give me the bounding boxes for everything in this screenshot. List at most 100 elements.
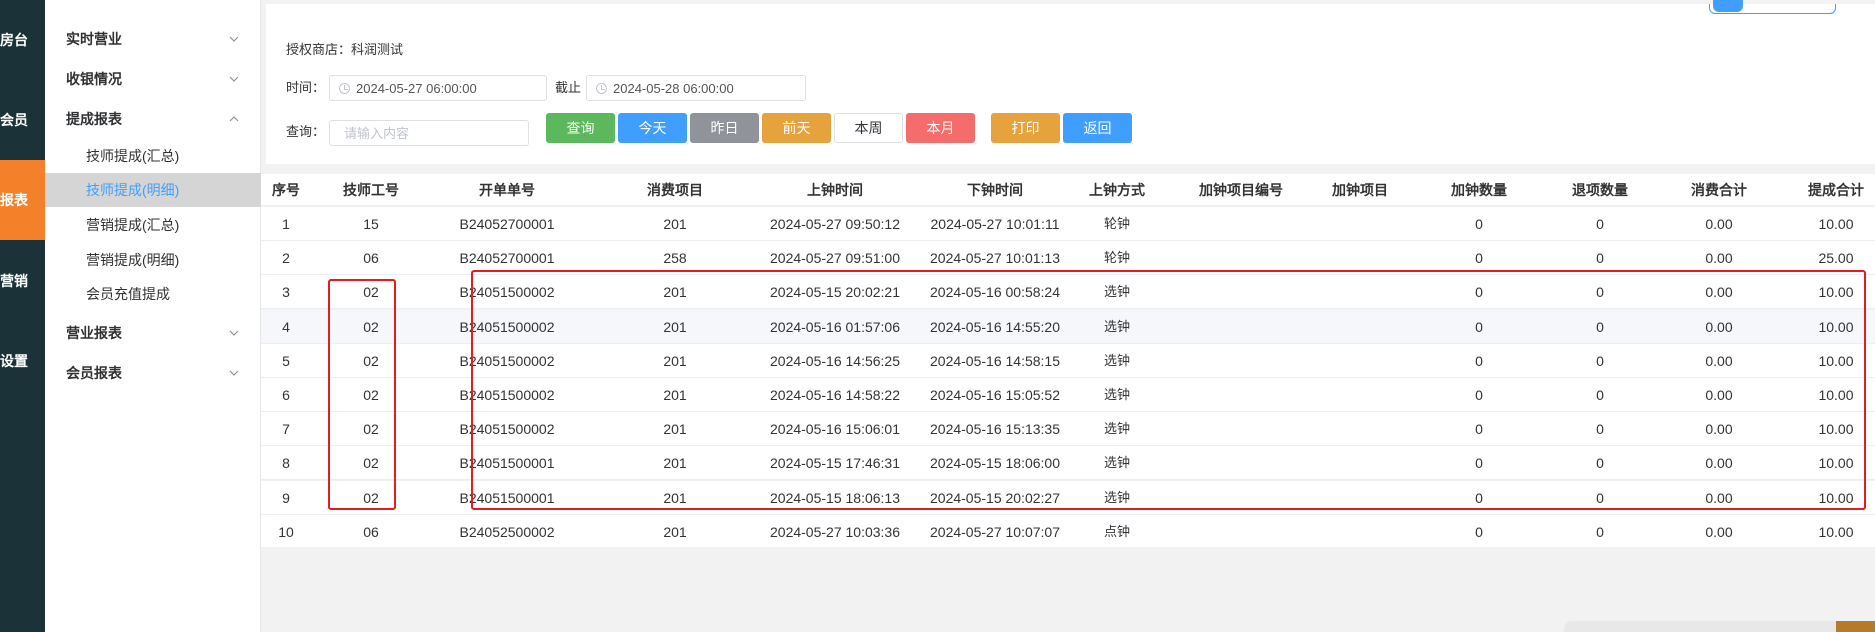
print-button[interactable]: 打印 bbox=[991, 113, 1060, 143]
menu-item-label: 技师提成(明细) bbox=[86, 182, 180, 198]
table-cell: 6 bbox=[282, 387, 290, 403]
menu-item-tech-commission-detail[interactable]: 技师提成(明细) bbox=[45, 173, 261, 207]
rail-item-members[interactable]: 会员 bbox=[0, 80, 45, 160]
table-cell: 0 bbox=[1475, 421, 1483, 438]
table-cell: 2024-05-15 18:06:00 bbox=[930, 455, 1060, 472]
start-time-picker[interactable]: 2024-05-27 06:00:00 bbox=[329, 75, 547, 101]
table-cell bbox=[1171, 481, 1311, 515]
table-cell: 轮钟 bbox=[1103, 250, 1130, 266]
table-cell: 2024-05-27 09:50:12 bbox=[770, 216, 900, 232]
table-cell: 2024-05-15 18:06:13 bbox=[770, 489, 900, 506]
table-cell: 选钟 bbox=[1103, 352, 1130, 368]
column-header: 加钟项目编号 bbox=[1199, 182, 1283, 198]
table-cell bbox=[1171, 378, 1311, 412]
table-cell: 0.00 bbox=[1705, 284, 1733, 301]
table-cell: 02 bbox=[363, 352, 379, 369]
table-cell: 2024-05-27 09:51:00 bbox=[770, 250, 900, 267]
search-input[interactable] bbox=[329, 120, 529, 146]
table-cell bbox=[1171, 310, 1311, 344]
menu-group-realtime[interactable]: 实时营业 bbox=[45, 22, 261, 56]
clock-icon bbox=[339, 83, 350, 94]
menu-item-label: 营销提成(汇总) bbox=[86, 217, 180, 233]
today-button[interactable]: 今天 bbox=[618, 113, 687, 143]
table-row[interactable]: 2 06 B24052700001 258 2024-05-27 09:51:00 202… bbox=[261, 241, 1875, 276]
table-row[interactable]: 8 02 B24051500001 201 2024-05-15 17:46:31 202… bbox=[261, 446, 1875, 481]
table-cell: 选钟 bbox=[1103, 284, 1130, 300]
this-week-button[interactable]: 本周 bbox=[834, 113, 903, 143]
table-cell: B24052500002 bbox=[459, 523, 555, 540]
yesterday-button[interactable]: 昨日 bbox=[690, 113, 759, 143]
table-cell: 201 bbox=[663, 318, 687, 335]
table-row[interactable]: 1 15 B24052700001 201 2024-05-27 09:50:12 202… bbox=[261, 207, 1875, 241]
table-row[interactable]: 9 02 B24051500001 201 2024-05-15 18:06:13 202… bbox=[261, 480, 1875, 515]
column-header: 退项数量 bbox=[1572, 182, 1628, 198]
table-cell: 0.00 bbox=[1705, 421, 1733, 438]
rail-item-label: 报表 bbox=[0, 192, 28, 208]
menu-group-member[interactable]: 会员报表 bbox=[45, 356, 261, 390]
corner-widget-handle bbox=[1836, 621, 1875, 632]
rail-item-label: 设置 bbox=[0, 353, 28, 369]
table-row[interactable]: 4 02 B24051500002 201 2024-05-16 01:57:06 202… bbox=[261, 309, 1875, 344]
column-header: 技师工号 bbox=[343, 182, 399, 198]
table-cell: 0 bbox=[1475, 352, 1483, 369]
table-cell: 10.00 bbox=[1818, 523, 1854, 540]
menu-group-label: 营业报表 bbox=[66, 325, 122, 341]
column-header: 开单单号 bbox=[479, 182, 535, 198]
table-cell: 0 bbox=[1475, 489, 1483, 506]
table-cell: 9 bbox=[282, 489, 290, 506]
menu-group-cashier[interactable]: 收银情况 bbox=[45, 62, 261, 96]
table-cell: 10.00 bbox=[1818, 318, 1854, 335]
table-row[interactable]: 3 02 B24051500002 201 2024-05-15 20:02:21 202… bbox=[261, 275, 1875, 310]
day-before-button[interactable]: 前天 bbox=[762, 113, 831, 143]
time-label: 时间： bbox=[286, 80, 326, 95]
table-cell: 15 bbox=[363, 216, 379, 232]
end-time-picker[interactable]: 2024-05-28 06:00:00 bbox=[586, 75, 806, 101]
rail-item-marketing[interactable]: 营销 bbox=[0, 241, 45, 321]
table-cell: 10 bbox=[278, 523, 294, 540]
table-cell bbox=[1171, 515, 1311, 549]
table-row[interactable]: 10 06 B24052500002 201 2024-05-27 10:03:36 20… bbox=[261, 514, 1875, 549]
this-month-button[interactable]: 本月 bbox=[906, 113, 975, 143]
floating-tag[interactable] bbox=[1709, 0, 1836, 14]
table-cell bbox=[1310, 481, 1410, 515]
menu-item-marketing-commission-summary[interactable]: 营销提成(汇总) bbox=[45, 208, 261, 242]
table-cell: 0 bbox=[1596, 421, 1604, 438]
chevron-down-icon bbox=[229, 36, 239, 42]
query-label: 查询： bbox=[286, 124, 326, 139]
rail-item-reports[interactable]: 报表 bbox=[0, 160, 45, 240]
chevron-up-icon bbox=[229, 116, 239, 122]
table-row[interactable]: 7 02 B24051500002 201 2024-05-16 15:06:01 202… bbox=[261, 412, 1875, 447]
rail-item-rooms[interactable]: 房台 bbox=[0, 0, 45, 80]
menu-item-member-recharge-commission[interactable]: 会员充值提成 bbox=[45, 277, 261, 311]
column-header: 提成合计 bbox=[1808, 182, 1864, 198]
rail-item-label: 会员 bbox=[0, 112, 28, 128]
query-button[interactable]: 查询 bbox=[546, 113, 615, 143]
table-row[interactable]: 6 02 B24051500002 201 2024-05-16 14:58:22 202… bbox=[261, 378, 1875, 412]
menu-group-business[interactable]: 营业报表 bbox=[45, 316, 261, 350]
table-cell: 02 bbox=[363, 387, 379, 403]
menu-item-tech-commission-summary[interactable]: 技师提成(汇总) bbox=[45, 139, 261, 173]
menu-item-marketing-commission-detail[interactable]: 营销提成(明细) bbox=[45, 243, 261, 277]
table-cell: 4 bbox=[282, 318, 290, 335]
floating-tag-icon bbox=[1713, 0, 1743, 12]
menu-group-commission[interactable]: 提成报表 bbox=[45, 102, 261, 136]
table-cell: 2024-05-27 10:03:36 bbox=[770, 523, 900, 540]
table-cell bbox=[1310, 275, 1410, 309]
rail-item-label: 房台 bbox=[0, 32, 28, 48]
corner-widget[interactable] bbox=[1564, 621, 1875, 632]
table-cell: 02 bbox=[363, 421, 379, 438]
table-cell: 2024-05-27 10:07:07 bbox=[930, 523, 1060, 540]
table-cell: B24051500002 bbox=[459, 387, 555, 403]
table-cell: 选钟 bbox=[1103, 489, 1130, 505]
table-cell: 1 bbox=[282, 216, 290, 232]
table-cell: 2024-05-27 10:01:13 bbox=[930, 250, 1060, 267]
table-cell: 02 bbox=[363, 489, 379, 506]
column-header: 消费项目 bbox=[647, 182, 703, 198]
back-button[interactable]: 返回 bbox=[1063, 113, 1132, 143]
rail-item-settings[interactable]: 设置 bbox=[0, 321, 45, 401]
table-cell bbox=[1171, 446, 1311, 480]
commission-detail-table: 序号 技师工号 开单单号 消费项目 上钟时间 下钟时间 上钟方式 加钟项目编号 加钟项目 加钟数量… bbox=[261, 174, 1875, 549]
table-row[interactable]: 5 02 B24051500002 201 2024-05-16 14:56:25 202… bbox=[261, 343, 1875, 378]
table-cell: 2024-05-16 15:13:35 bbox=[930, 421, 1060, 438]
menu-item-label: 会员充值提成 bbox=[86, 286, 170, 302]
